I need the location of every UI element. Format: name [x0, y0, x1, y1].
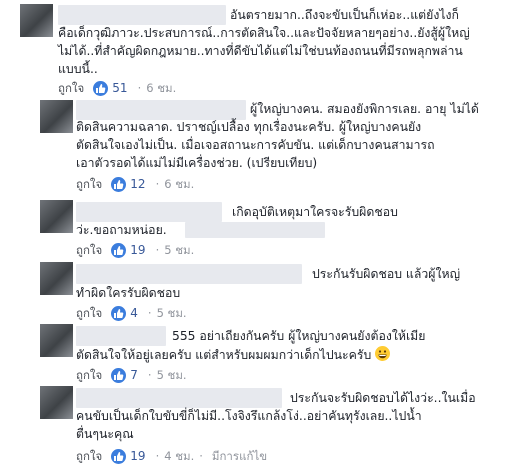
- like-count[interactable]: 19: [130, 242, 145, 258]
- avatar[interactable]: [40, 100, 73, 133]
- comment-5: 555 อย่าเถียงกันครับ ผู้ใหญ่บางคนยังต้อง…: [0, 324, 505, 383]
- like-reaction-icon[interactable]: [111, 176, 127, 192]
- separator-dot: ·: [155, 243, 160, 257]
- comment-text-line: คนขับเป็นเด็กใบขับขี่ก็ไม่มี..โงจิงรึแกล…: [76, 409, 422, 423]
- comment-text-line: ทำผิดใครรับผิดชอบ: [76, 286, 181, 300]
- comment-text-line: เอาตัวรอดได้แม่ไม่มีเครื่องช่วย. (เปรียบ…: [76, 156, 318, 170]
- comment-text-line: คือเด็กวุฒิภาวะ.ประสบการณ์..การตัดสินใจ.…: [58, 26, 470, 40]
- comment-text: ตัดสินใจให้อยู่เลยครับ แต่สำหรับผมผมกว่า…: [76, 348, 372, 362]
- avatar[interactable]: [40, 324, 73, 357]
- like-count[interactable]: 19: [130, 448, 145, 464]
- like-link[interactable]: ถูกใจ: [76, 448, 102, 464]
- commenter-name-redacted[interactable]: [76, 202, 222, 222]
- comment-text-line: ว่ะ.ขอถามหน่อย.: [76, 223, 167, 237]
- like-count[interactable]: 4: [130, 305, 138, 321]
- like-count[interactable]: 7: [130, 367, 138, 383]
- comment-actions: ถูกใจ 7 · 5 ชม.: [76, 367, 187, 383]
- separator-dot: ·: [155, 449, 160, 463]
- like-reaction-icon[interactable]: [111, 367, 127, 383]
- separator-dot: ·: [199, 449, 203, 463]
- timestamp[interactable]: 5 ชม.: [157, 305, 187, 321]
- comment-6: ประกันจะรับผิดชอบได้ไงว่ะ..ในเมื่อ คนขับ…: [0, 386, 505, 470]
- like-link[interactable]: ถูกใจ: [76, 242, 102, 258]
- like-reaction-icon[interactable]: [111, 448, 127, 464]
- like-reaction-icon[interactable]: [93, 80, 109, 96]
- commenter-name-redacted[interactable]: [76, 326, 166, 346]
- like-link[interactable]: ถูกใจ: [76, 367, 102, 383]
- commenter-name-redacted[interactable]: [76, 100, 246, 120]
- comment-3: เกิดอุบัติเหตุมาใครจะรับผิดชอบ ว่ะ.ขอถาม…: [0, 200, 505, 258]
- comment-text-line: ไม่ได้..ที่สำคัญผิดกฎหมาย..ทางที่ดีขับได…: [58, 44, 463, 58]
- comment-text-line: ประกันรับผิดชอบ แล้วผู้ใหญ่: [312, 267, 461, 281]
- like-count[interactable]: 51: [112, 80, 127, 96]
- comment-text-line: 555 อย่าเถียงกันครับ ผู้ใหญ่บางคนยังต้อง…: [172, 329, 426, 343]
- comment-1: อันตรายมาก..ถึงจะขับเป็นก็เห่อะ..แต่ยังไ…: [0, 0, 505, 100]
- comment-actions: ถูกใจ 19 · 4 ชม. · มีการแก้ไข: [76, 448, 267, 464]
- commenter-name-redacted[interactable]: [58, 5, 226, 25]
- comment-text-line: ตัดสินใจเองไม่เป็น. เมื่อเจอสถานะการคับข…: [76, 138, 435, 152]
- comment-2: ผู้ใหญ่บางคน. สมองยังพิการเลย. อายุ ไม่ไ…: [0, 100, 505, 195]
- comment-4: ประกันรับผิดชอบ แล้วผู้ใหญ่ ทำผิดใครรับผ…: [0, 262, 505, 321]
- timestamp[interactable]: 5 ชม.: [164, 242, 194, 258]
- commenter-name-redacted[interactable]: [76, 388, 282, 408]
- comment-text-line: ติดสินความฉลาด. ปราชญ์เปลื้อง ทุกเรื่องน…: [76, 120, 422, 134]
- avatar[interactable]: [40, 262, 73, 295]
- like-reaction-icon[interactable]: [111, 305, 127, 321]
- separator-dot: ·: [155, 177, 160, 191]
- comment-text-line: ประกันจะรับผิดชอบได้ไงว่ะ..ในเมื่อ: [290, 391, 476, 405]
- comment-actions: ถูกใจ 51 · 6 ชม.: [58, 80, 176, 96]
- like-link[interactable]: ถูกใจ: [58, 80, 84, 96]
- timestamp[interactable]: 6 ชม.: [164, 176, 194, 192]
- like-count[interactable]: 12: [130, 176, 145, 192]
- avatar[interactable]: [20, 4, 53, 37]
- comment-text-line: แบบนี้..: [58, 62, 98, 76]
- separator-dot: ·: [137, 81, 142, 95]
- timestamp[interactable]: 5 ชม.: [157, 367, 187, 383]
- like-link[interactable]: ถูกใจ: [76, 176, 102, 192]
- like-link[interactable]: ถูกใจ: [76, 305, 102, 321]
- comment-actions: ถูกใจ 4 · 5 ชม.: [76, 305, 187, 321]
- comment-text-line: อันตรายมาก..ถึงจะขับเป็นก็เห่อะ..แต่ยังไ…: [230, 8, 459, 22]
- avatar[interactable]: [40, 200, 73, 233]
- comment-text-line: ผู้ใหญ่บางคน. สมองยังพิการเลย. อายุ ไม่ไ…: [250, 102, 479, 116]
- grinning-emoji-icon: [375, 346, 391, 361]
- comment-text-line: เกิดอุบัติเหตุมาใครจะรับผิดชอบ: [232, 205, 398, 219]
- edited-label[interactable]: มีการแก้ไข: [212, 448, 267, 464]
- redacted-text: [185, 222, 325, 238]
- separator-dot: ·: [147, 368, 152, 382]
- comment-actions: ถูกใจ 12 · 6 ชม.: [76, 176, 194, 192]
- separator-dot: ·: [147, 306, 152, 320]
- comment-actions: ถูกใจ 19 · 5 ชม.: [76, 242, 194, 258]
- like-reaction-icon[interactable]: [111, 242, 127, 258]
- timestamp[interactable]: 6 ชม.: [146, 80, 176, 96]
- timestamp[interactable]: 4 ชม.: [164, 448, 194, 464]
- comment-text-line: ตัดสินใจให้อยู่เลยครับ แต่สำหรับผมผมกว่า…: [76, 346, 391, 364]
- commenter-name-redacted[interactable]: [76, 264, 302, 284]
- avatar[interactable]: [40, 386, 73, 419]
- comment-text-line: ตื่นๆนะคุณ: [76, 427, 134, 441]
